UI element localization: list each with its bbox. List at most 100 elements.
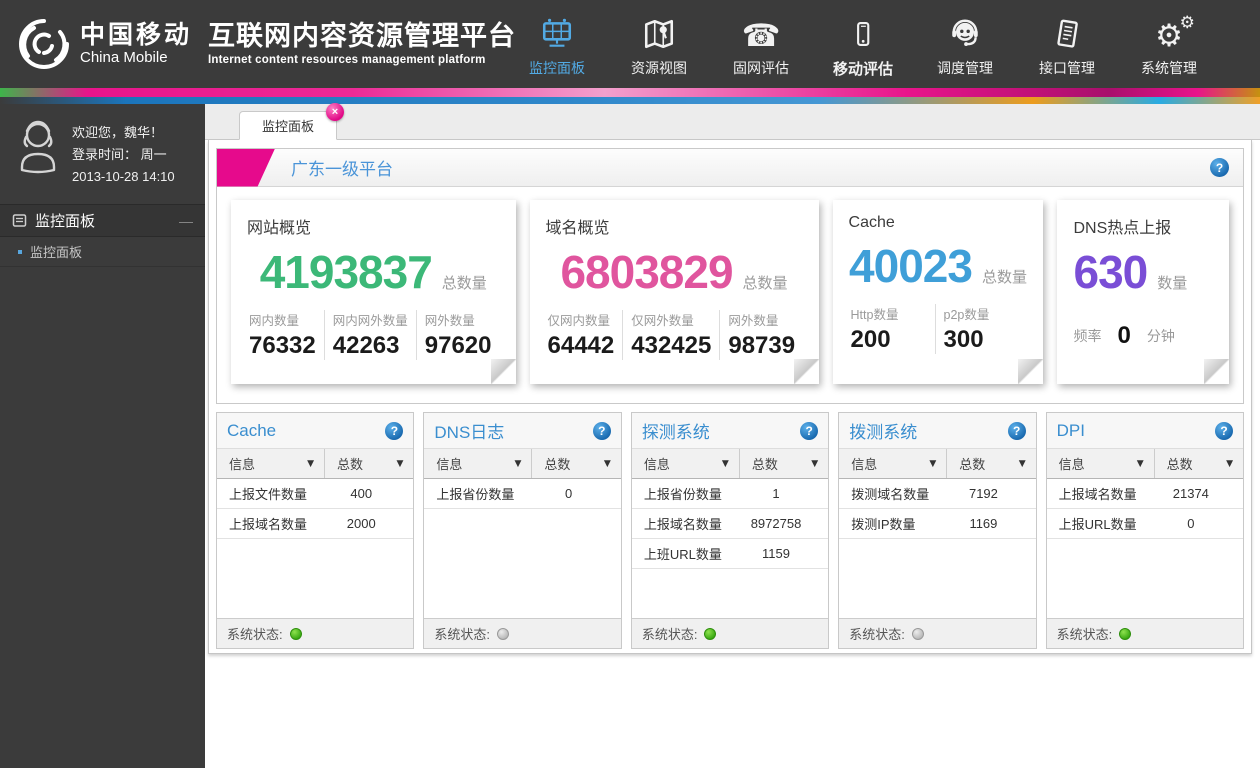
sidebar-group-monitoring[interactable]: 监控面板 — bbox=[0, 204, 205, 237]
card-title: 域名概览 bbox=[546, 214, 803, 238]
chevron-down-icon: ▼ bbox=[811, 459, 818, 469]
row-value: 7192 bbox=[947, 486, 1035, 501]
help-icon[interactable]: ? bbox=[800, 422, 818, 440]
nav-item-interface-management[interactable]: 接口管理 bbox=[1028, 10, 1106, 79]
column-header-total[interactable]: 总数 ▼ bbox=[740, 449, 828, 478]
table-row: 上报省份数量1 bbox=[632, 479, 828, 509]
chevron-down-icon: ▼ bbox=[604, 459, 611, 469]
stat-card-website-overview: 网站概览4193837总数量网内数量76332网内网外数量42263网外数量97… bbox=[231, 200, 516, 384]
tab-monitoring-panel[interactable]: 监控面板 × bbox=[239, 111, 337, 140]
panel-spacer bbox=[839, 539, 1035, 618]
stat-card-dns-hotspot: DNS热点上报630数量频率0分钟 bbox=[1057, 200, 1229, 384]
column-header-label: 总数 bbox=[752, 454, 778, 473]
card-big-value: 6803829 bbox=[560, 248, 732, 296]
row-label: 上报URL数量 bbox=[1047, 514, 1155, 533]
table-row: 上报域名数量2000 bbox=[217, 509, 413, 539]
panel-footer: 系统状态: bbox=[839, 618, 1035, 648]
card-stat-label: 网内网外数量 bbox=[333, 310, 408, 329]
nav-item-dispatch-management[interactable]: 调度管理 bbox=[926, 10, 1004, 79]
column-header-info[interactable]: 信息▼ bbox=[424, 449, 532, 478]
table-row: 拨测IP数量1169 bbox=[839, 509, 1035, 539]
frequency-unit: 分钟 bbox=[1147, 326, 1175, 346]
column-header-label: 总数 bbox=[1167, 454, 1193, 473]
help-icon[interactable]: ? bbox=[593, 422, 611, 440]
table-row: 上报域名数量8972758 bbox=[632, 509, 828, 539]
card-stats: 网内数量76332网内网外数量42263网外数量97620 bbox=[247, 310, 500, 360]
column-header-info[interactable]: 信息▼ bbox=[1047, 449, 1155, 478]
sidebar-item-label: 监控面板 bbox=[30, 242, 82, 261]
nav-item-label: 固网评估 bbox=[733, 58, 789, 78]
card-stat-value: 432425 bbox=[631, 332, 711, 360]
tab-content: 广东一级平台 ? 网站概览4193837总数量网内数量76332网内网外数量42… bbox=[208, 140, 1252, 654]
column-header-info[interactable]: 信息▼ bbox=[217, 449, 325, 478]
card-big-label: 数量 bbox=[1157, 272, 1187, 293]
panel-header: 探测系统? bbox=[632, 413, 828, 449]
help-icon[interactable]: ? bbox=[1210, 158, 1229, 177]
tab-label: 监控面板 bbox=[262, 116, 314, 135]
chevron-down-icon: ▼ bbox=[515, 459, 522, 469]
help-icon[interactable]: ? bbox=[385, 422, 403, 440]
logo-cn: 中国移动 bbox=[80, 22, 192, 50]
column-header-info[interactable]: 信息▼ bbox=[839, 449, 947, 478]
column-header-info[interactable]: 信息▼ bbox=[632, 449, 740, 478]
column-header-total[interactable]: 总数 ▼ bbox=[1155, 449, 1243, 478]
login-time-label: 登录时间： 周一 bbox=[72, 144, 175, 166]
column-header-total[interactable]: 总数 ▼ bbox=[532, 449, 620, 478]
card-stat-label: 仅网内数量 bbox=[548, 310, 615, 329]
monitor-panel-detection: 探测系统?信息▼总数▼上报省份数量1上报域名数量8972758上班URL数量11… bbox=[631, 412, 829, 649]
main-area: 监控面板 × 广东一级平台 ? 网站概览4193837总数量网内数量76332网… bbox=[205, 104, 1260, 768]
gears-icon: ⚙⚙ bbox=[1155, 10, 1183, 52]
row-label: 上报省份数量 bbox=[424, 484, 532, 503]
card-stat: 网内数量76332 bbox=[247, 310, 324, 360]
nav-item-label: 接口管理 bbox=[1039, 58, 1095, 78]
row-value: 8972758 bbox=[740, 516, 828, 531]
column-header-label: 信息 bbox=[644, 454, 670, 473]
panel-footer: 系统状态: bbox=[1047, 618, 1243, 648]
nav-item-mobile-eval[interactable]: 移动评估 bbox=[824, 10, 902, 79]
chevron-down-icon: ▼ bbox=[1019, 459, 1026, 469]
nav-item-monitoring-panel[interactable]: 监控面板 bbox=[518, 10, 596, 79]
panel-spacer bbox=[424, 509, 620, 618]
collapse-minus-icon[interactable]: — bbox=[179, 213, 193, 229]
card-stat-value: 200 bbox=[851, 326, 927, 354]
column-header-label: 总数 bbox=[544, 454, 570, 473]
panel-footer: 系统状态: bbox=[217, 618, 413, 648]
panel-title: Cache bbox=[227, 421, 276, 441]
card-stat-value: 64442 bbox=[548, 332, 615, 360]
nav-item-system-management[interactable]: ⚙⚙系统管理 bbox=[1130, 10, 1208, 79]
operator-icon bbox=[948, 10, 982, 52]
nav-item-resource-view[interactable]: 资源视图 bbox=[620, 10, 698, 79]
column-header-label: 总数 bbox=[959, 454, 985, 473]
card-stat-value: 300 bbox=[944, 326, 1020, 354]
status-dot-gray bbox=[497, 628, 509, 640]
row-label: 拨测IP数量 bbox=[839, 514, 947, 533]
avatar-icon bbox=[12, 118, 64, 176]
status-dot-green bbox=[1119, 628, 1131, 640]
logo-en: China Mobile bbox=[80, 50, 192, 67]
logo-text: 中国移动 China Mobile bbox=[80, 22, 192, 67]
close-icon[interactable]: × bbox=[326, 103, 344, 121]
status-label: 系统状态: bbox=[849, 624, 905, 643]
table-row: 上报省份数量0 bbox=[424, 479, 620, 509]
card-big-row: 6803829总数量 bbox=[546, 248, 803, 296]
top-nav: 监控面板资源视图 ☎固网评估移动评估调度管理接口管理 ⚙⚙系统管理 bbox=[518, 10, 1260, 79]
card-stat-value: 42263 bbox=[333, 332, 408, 360]
help-icon[interactable]: ? bbox=[1008, 422, 1026, 440]
help-icon[interactable]: ? bbox=[1215, 422, 1233, 440]
table-row: 上报URL数量0 bbox=[1047, 509, 1243, 539]
card-stat: p2p数量300 bbox=[935, 304, 1028, 354]
app-title-block: 互联网内容资源管理平台 Internet content resources m… bbox=[208, 22, 516, 67]
panel-header: 拨测系统? bbox=[839, 413, 1035, 449]
nav-item-fixed-network-eval[interactable]: ☎固网评估 bbox=[722, 10, 800, 79]
panel-column-headers: 信息▼ 总数 ▼ bbox=[1047, 449, 1243, 479]
column-header-label: 总数 bbox=[337, 454, 363, 473]
card-stat: Http数量200 bbox=[849, 304, 935, 354]
row-label: 上报域名数量 bbox=[217, 514, 325, 533]
column-header-total[interactable]: 总数 ▼ bbox=[947, 449, 1035, 478]
card-stat-label: 仅网外数量 bbox=[631, 310, 711, 329]
chevron-down-icon: ▼ bbox=[1226, 459, 1233, 469]
column-header-total[interactable]: 总数▼ bbox=[325, 449, 413, 478]
panel-title: 探测系统 bbox=[642, 418, 710, 443]
card-title: Cache bbox=[849, 214, 1028, 232]
sidebar-item-monitoring-panel[interactable]: 监控面板 bbox=[0, 237, 205, 267]
